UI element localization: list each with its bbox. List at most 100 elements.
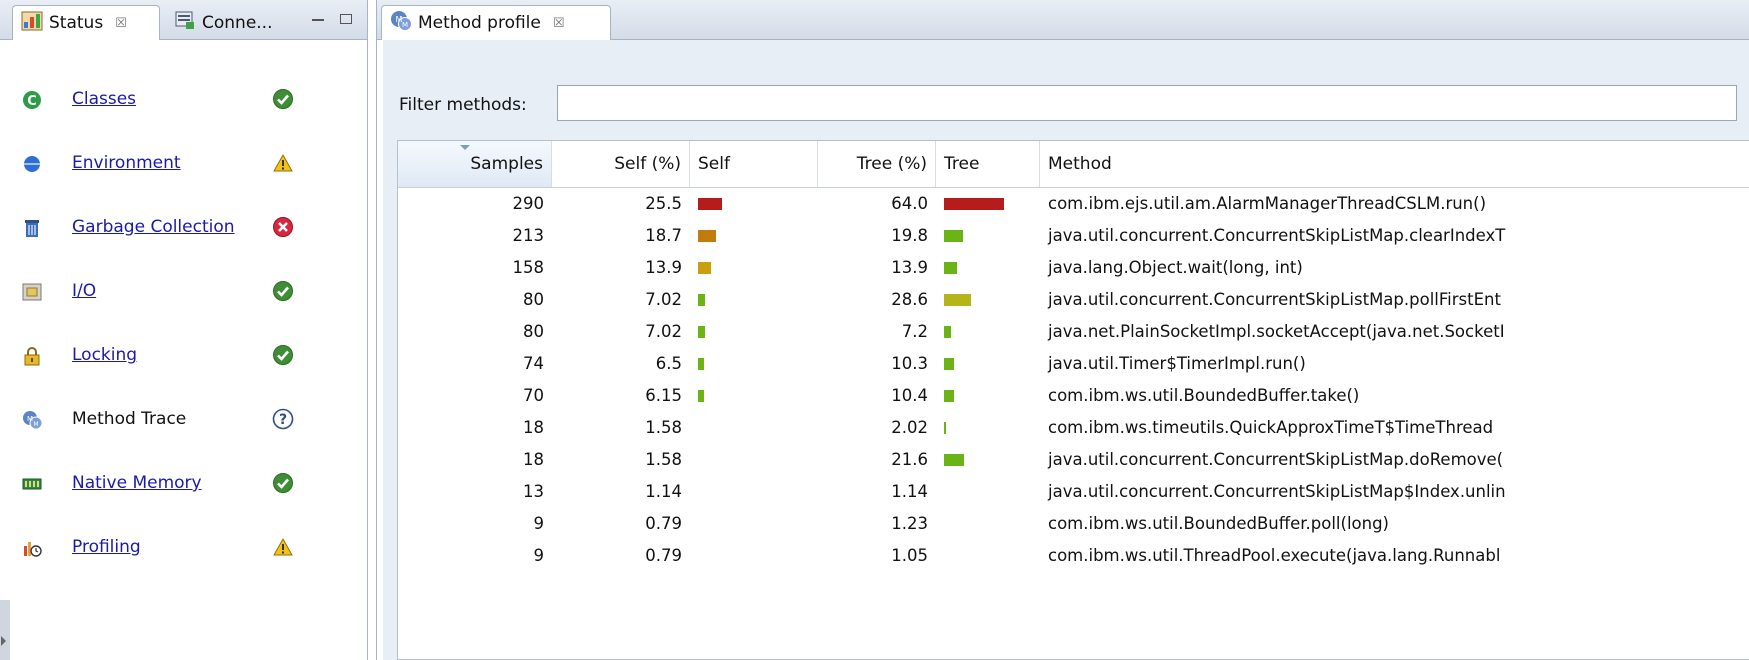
table-row[interactable]: 80 7.02 7.2 java.net.PlainSocketImpl.socket… <box>398 316 1749 348</box>
tab-connections-label: Conne... <box>202 12 273 33</box>
cell-self-pct: 18.7 <box>645 226 682 245</box>
table-row[interactable]: 18 1.58 21.6 java.util.concurrent.Concurren… <box>398 444 1749 476</box>
tab-status[interactable]: Status ☒ <box>12 5 160 40</box>
table-row[interactable]: 9 0.79 1.05 com.ibm.ws.util.ThreadPool.exec… <box>398 540 1749 572</box>
cell-self-pct: 1.58 <box>645 418 682 437</box>
table-row[interactable]: 213 18.7 19.8 java.util.concurrent.Concurre… <box>398 220 1749 252</box>
cell-tree-pct: 13.9 <box>891 258 928 277</box>
table-row[interactable]: 70 6.15 10.4 com.ibm.ws.util.BoundedBuffer.… <box>398 380 1749 412</box>
method-profile-table: Samples Self (%) Self Tree (%) Tree Meth… <box>397 140 1749 660</box>
filter-methods-input[interactable] <box>557 85 1737 121</box>
cell-self-pct: 25.5 <box>645 194 682 213</box>
status-item-garbage-collection[interactable]: Garbage Collection <box>0 208 360 248</box>
svg-text:?: ? <box>279 412 287 428</box>
table-row[interactable]: 290 25.5 64.0 com.ibm.ejs.util.am.AlarmMana… <box>398 188 1749 220</box>
cell-method: java.util.concurrent.ConcurrentSkipListM… <box>1048 482 1506 501</box>
tab-status-label: Status <box>49 13 104 33</box>
tab-method-profile-close-icon[interactable]: ☒ <box>553 16 565 31</box>
cell-samples: 290 <box>512 194 545 213</box>
status-item-label[interactable]: Profiling <box>72 537 141 557</box>
locking-icon <box>22 346 42 366</box>
cell-self-pct: 13.9 <box>645 258 682 277</box>
cell-self-pct: 7.02 <box>645 322 682 341</box>
cell-self-pct: 1.14 <box>645 482 682 501</box>
cell-self-pct: 7.02 <box>645 290 682 309</box>
tree-bar <box>944 230 963 242</box>
cell-method: java.net.PlainSocketImpl.socketAccept(ja… <box>1048 322 1505 341</box>
tab-status-close-icon[interactable]: ☒ <box>115 16 127 31</box>
status-item-profiling[interactable]: Profiling <box>0 528 360 568</box>
status-item-label[interactable]: I/O <box>72 281 96 301</box>
cell-self-pct: 0.79 <box>645 546 682 565</box>
self-bar <box>698 358 704 370</box>
status-item-native-memory[interactable]: Native Memory <box>0 464 360 504</box>
status-item-locking[interactable]: Locking <box>0 336 360 376</box>
cell-tree-pct: 10.3 <box>891 354 928 373</box>
column-header-method[interactable]: Method <box>1040 141 1749 187</box>
self-bar <box>698 294 705 306</box>
garbage-collection-icon <box>22 218 42 238</box>
cell-samples: 80 <box>523 322 544 341</box>
status-item-label[interactable]: Garbage Collection <box>72 217 235 237</box>
table-row[interactable]: 74 6.5 10.3 java.util.Timer$TimerImpl.run() <box>398 348 1749 380</box>
ok-check-icon <box>272 88 294 110</box>
cell-samples: 9 <box>533 514 545 533</box>
tree-bar <box>944 422 946 434</box>
minimize-icon[interactable] <box>312 19 324 21</box>
column-header-tree-pct[interactable]: Tree (%) <box>818 141 936 187</box>
table-row[interactable]: 80 7.02 28.6 java.util.concurrent.Concurren… <box>398 284 1749 316</box>
environment-icon <box>22 154 42 174</box>
cell-tree-pct: 19.8 <box>891 226 928 245</box>
cell-samples: 13 <box>523 482 544 501</box>
svg-text:M: M <box>402 21 408 29</box>
table-row[interactable]: 18 1.58 2.02 com.ibm.ws.timeutils.QuickAppr… <box>398 412 1749 444</box>
method-trace-icon: MM <box>22 410 43 430</box>
column-header-samples[interactable]: Samples <box>398 141 552 187</box>
svg-text:M: M <box>33 421 38 428</box>
column-header-label: Samples <box>470 154 543 174</box>
status-item-label[interactable]: Classes <box>72 89 136 109</box>
cell-tree-pct: 64.0 <box>891 194 928 213</box>
tab-connections[interactable]: Conne... <box>166 5 296 40</box>
cell-samples: 74 <box>523 354 544 373</box>
tree-bar <box>944 198 1004 210</box>
cell-self-pct: 1.58 <box>645 450 682 469</box>
maximize-icon[interactable] <box>340 14 352 24</box>
cell-tree-pct: 1.05 <box>891 546 928 565</box>
cell-method: com.ibm.ws.util.ThreadPool.execute(java.… <box>1048 546 1501 565</box>
tab-method-profile[interactable]: MM Method profile ☒ <box>381 5 611 40</box>
column-header-self-pct[interactable]: Self (%) <box>552 141 690 187</box>
status-item-label[interactable]: Locking <box>72 345 137 365</box>
column-header-tree-bar[interactable]: Tree <box>936 141 1040 187</box>
classes-icon: C <box>22 90 42 110</box>
sort-descending-icon <box>460 145 470 150</box>
cell-tree-pct: 28.6 <box>891 290 928 309</box>
self-bar <box>698 262 711 274</box>
status-item-label[interactable]: Native Memory <box>72 473 202 493</box>
cell-self-pct: 0.79 <box>645 514 682 533</box>
cell-samples: 158 <box>512 258 545 277</box>
svg-text:M: M <box>27 415 33 423</box>
right-tab-bar: MM Method profile ☒ <box>377 0 1749 40</box>
status-item-classes[interactable]: C Classes <box>0 80 360 120</box>
table-row[interactable]: 9 0.79 1.23 com.ibm.ws.util.BoundedBuffer.p… <box>398 508 1749 540</box>
native-memory-icon <box>22 474 42 494</box>
expand-arrow-icon[interactable] <box>1 636 6 646</box>
column-header-label: Method <box>1048 154 1112 174</box>
table-row[interactable]: 13 1.14 1.14 java.util.concurrent.Concurren… <box>398 476 1749 508</box>
table-row[interactable]: 158 13.9 13.9 java.lang.Object.wait(long, i… <box>398 252 1749 284</box>
cell-tree-pct: 10.4 <box>891 386 928 405</box>
ok-check-icon <box>272 344 294 366</box>
column-header-self-bar[interactable]: Self <box>690 141 818 187</box>
left-scrollbar[interactable] <box>0 600 10 660</box>
status-item-environment[interactable]: Environment <box>0 144 360 184</box>
status-item-label[interactable]: Environment <box>72 153 181 173</box>
method-profile-tab-icon: MM <box>390 10 412 37</box>
status-item-io[interactable]: I/O <box>0 272 360 312</box>
cell-samples: 80 <box>523 290 544 309</box>
tab-method-profile-label: Method profile <box>418 13 541 33</box>
method-profile-content: Filter methods: Samples Self (%) Self Tr… <box>383 40 1749 660</box>
self-bar <box>698 326 705 338</box>
tree-bar <box>944 358 954 370</box>
tree-bar <box>944 454 964 466</box>
